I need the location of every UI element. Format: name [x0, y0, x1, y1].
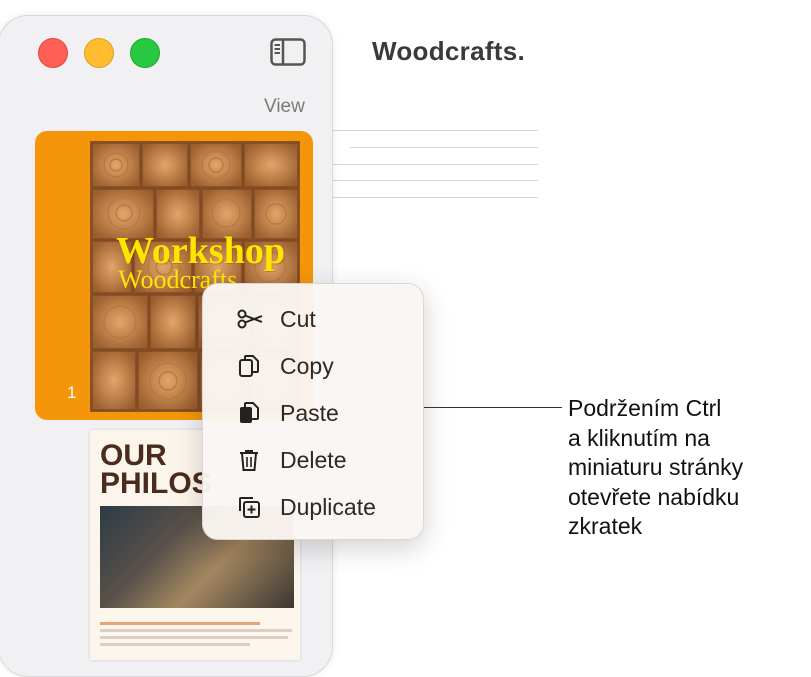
menu-item-copy[interactable]: Copy	[203, 344, 423, 388]
body-text-line	[100, 643, 250, 646]
menu-item-duplicate[interactable]: Duplicate	[203, 485, 423, 529]
body-text-line	[100, 636, 288, 639]
sidebar-toggle-icon[interactable]	[270, 38, 306, 66]
menu-item-paste[interactable]: Paste	[203, 391, 423, 435]
callout-line	[424, 407, 562, 408]
duplicate-icon	[237, 495, 261, 519]
ruler-line	[330, 180, 538, 181]
context-menu: Cut Copy Paste Delete Duplicate	[202, 283, 424, 540]
body-text-line	[100, 622, 260, 625]
copy-icon	[237, 354, 261, 378]
body-text-line	[100, 629, 292, 632]
cover-title: Workshop	[116, 230, 285, 272]
close-button[interactable]	[38, 38, 68, 68]
ruler-line	[350, 147, 538, 148]
ruler-line	[330, 197, 538, 198]
zoom-button[interactable]	[130, 38, 160, 68]
menu-item-cut[interactable]: Cut	[203, 297, 423, 341]
scissors-icon	[237, 307, 263, 331]
callout-text: Podržením Ctrl a kliknutím na miniaturu …	[568, 395, 744, 539]
document-title: Woodcrafts.	[372, 36, 526, 66]
page-number: 1	[67, 383, 77, 402]
menu-item-delete[interactable]: Delete	[203, 438, 423, 482]
view-menu-label[interactable]: View	[264, 96, 305, 118]
ruler-line	[330, 164, 538, 165]
trash-icon	[237, 448, 261, 472]
paste-icon	[237, 401, 261, 425]
page-2-heading: OUR PHILOS	[100, 439, 212, 500]
toolbar-divider	[330, 130, 538, 131]
minimize-button[interactable]	[84, 38, 114, 68]
